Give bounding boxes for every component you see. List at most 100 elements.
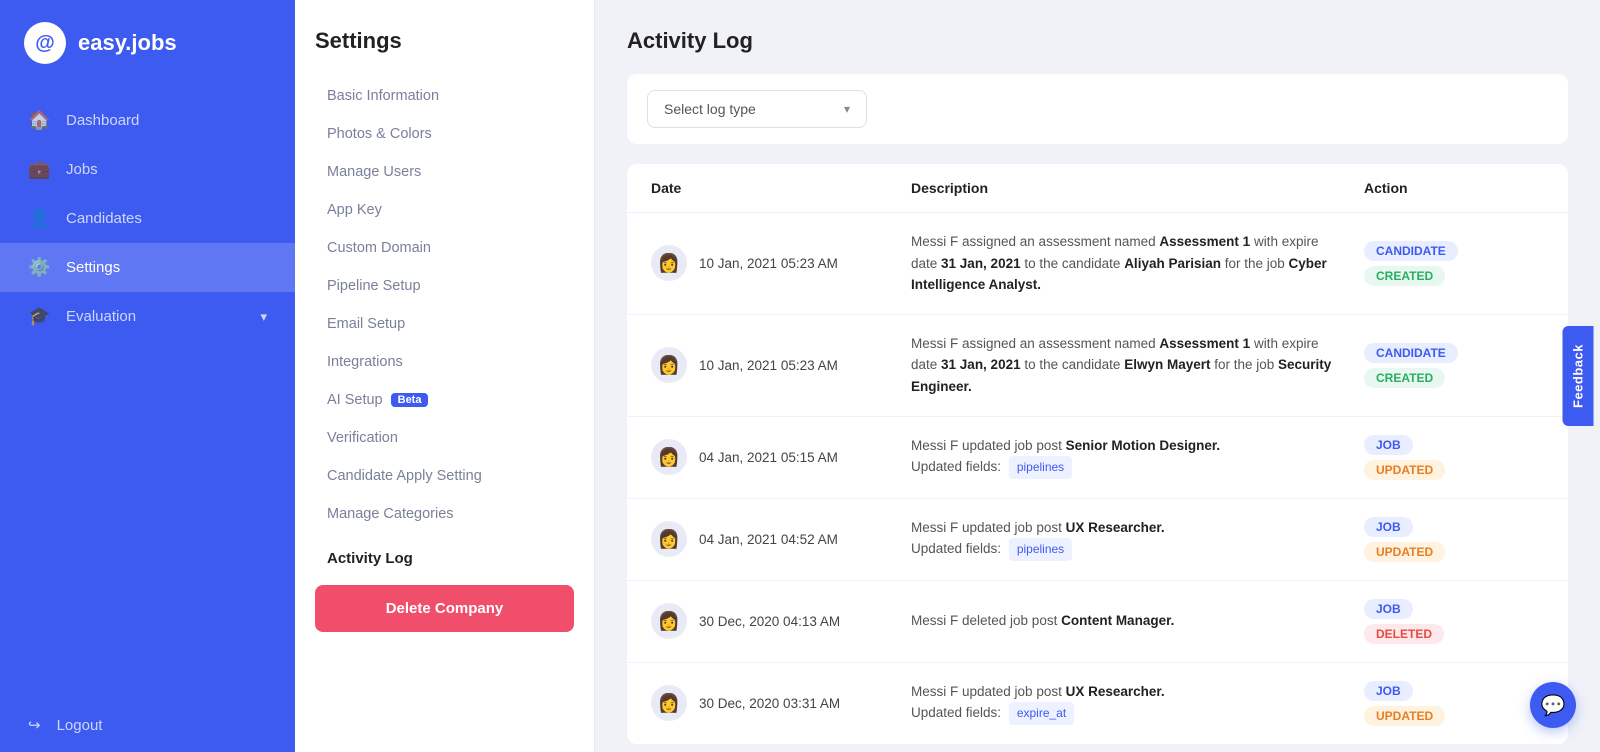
action-type-badge: JOB — [1364, 517, 1413, 537]
candidates-icon: 👤 — [28, 208, 50, 229]
date-text: 30 Dec, 2020 03:31 AM — [699, 696, 840, 711]
description-cell: Messi F updated job post Senior Motion D… — [911, 435, 1364, 480]
field-tag: pipelines — [1009, 456, 1072, 479]
settings-menu-basic-info[interactable]: Basic Information — [315, 78, 574, 114]
description-cell: Messi F assigned an assessment named Ass… — [911, 333, 1364, 398]
logo-icon: @ — [24, 22, 66, 64]
action-cell: CANDIDATE created — [1364, 241, 1544, 286]
main-content: Settings Basic Information Photos & Colo… — [295, 0, 1600, 752]
sidebar-label-dashboard: Dashboard — [66, 112, 139, 129]
table-row: 👩 30 Dec, 2020 04:13 AM Messi F deleted … — [627, 581, 1568, 663]
settings-panel: Settings Basic Information Photos & Colo… — [295, 0, 595, 752]
table-header: Date Description Action — [627, 164, 1568, 213]
sidebar-item-jobs[interactable]: 💼 Jobs — [0, 145, 295, 194]
sidebar-nav: 🏠 Dashboard 💼 Jobs 👤 Candidates ⚙️ Setti… — [0, 86, 295, 698]
table-row: 👩 04 Jan, 2021 04:52 AM Messi F updated … — [627, 499, 1568, 581]
avatar: 👩 — [651, 603, 687, 639]
action-cell: JOB updated — [1364, 435, 1544, 480]
settings-menu-manage-categories[interactable]: Manage Categories — [315, 496, 574, 532]
activity-log-panel: Activity Log Select log type ▾ Date Desc… — [595, 0, 1600, 752]
date-cell: 👩 10 Jan, 2021 05:23 AM — [651, 245, 911, 281]
action-type-badge: JOB — [1364, 681, 1413, 701]
logo-text: easy.jobs — [78, 30, 177, 56]
sidebar-label-jobs: Jobs — [66, 161, 98, 178]
settings-menu: Basic Information Photos & Colors Manage… — [315, 78, 574, 532]
avatar: 👩 — [651, 521, 687, 557]
action-status-badge: deleted — [1364, 624, 1444, 644]
date-cell: 👩 04 Jan, 2021 05:15 AM — [651, 439, 911, 475]
feedback-button[interactable]: Feedback — [1563, 326, 1594, 426]
delete-company-button[interactable]: Delete Company — [315, 585, 574, 632]
log-type-select[interactable]: Select log type ▾ — [647, 90, 867, 128]
description-cell: Messi F updated job post UX Researcher. … — [911, 517, 1364, 562]
sidebar-label-evaluation: Evaluation — [66, 308, 136, 325]
description-cell: Messi F updated job post UX Researcher. … — [911, 681, 1364, 726]
sidebar-label-candidates: Candidates — [66, 210, 142, 227]
sidebar-item-dashboard[interactable]: 🏠 Dashboard — [0, 96, 295, 145]
sidebar-item-candidates[interactable]: 👤 Candidates — [0, 194, 295, 243]
table-row: 👩 10 Jan, 2021 05:23 AM Messi F assigned… — [627, 315, 1568, 417]
table-row: 👩 30 Dec, 2020 03:31 AM Messi F updated … — [627, 663, 1568, 744]
date-cell: 👩 30 Dec, 2020 03:31 AM — [651, 685, 911, 721]
activity-log-title: Activity Log — [627, 28, 1568, 54]
date-text: 04 Jan, 2021 05:15 AM — [699, 450, 838, 465]
settings-menu-verification[interactable]: Verification — [315, 420, 574, 456]
action-status-badge: created — [1364, 368, 1445, 388]
avatar: 👩 — [651, 439, 687, 475]
column-date: Date — [651, 180, 911, 196]
action-cell: JOB updated — [1364, 681, 1544, 726]
beta-badge: Beta — [391, 393, 429, 407]
sidebar-label-settings: Settings — [66, 259, 120, 276]
settings-menu-candidate-apply[interactable]: Candidate Apply Setting — [315, 458, 574, 494]
chat-button[interactable]: 💬 — [1530, 682, 1576, 728]
date-text: 04 Jan, 2021 04:52 AM — [699, 532, 838, 547]
chat-icon: 💬 — [1541, 693, 1566, 718]
action-cell: CANDIDATE created — [1364, 343, 1544, 388]
activity-log-section-label: Activity Log — [315, 540, 574, 573]
date-cell: 👩 04 Jan, 2021 04:52 AM — [651, 521, 911, 557]
settings-title: Settings — [315, 28, 574, 54]
action-status-badge: created — [1364, 266, 1445, 286]
action-status-badge: updated — [1364, 706, 1445, 726]
settings-menu-photos-colors[interactable]: Photos & Colors — [315, 116, 574, 152]
settings-menu-manage-users[interactable]: Manage Users — [315, 154, 574, 190]
column-action: Action — [1364, 180, 1544, 196]
action-status-badge: updated — [1364, 460, 1445, 480]
jobs-icon: 💼 — [28, 159, 50, 180]
action-type-badge: CANDIDATE — [1364, 343, 1458, 363]
settings-menu-custom-domain[interactable]: Custom Domain — [315, 230, 574, 266]
chevron-down-icon: ▾ — [260, 309, 267, 325]
date-text: 10 Jan, 2021 05:23 AM — [699, 358, 838, 373]
action-type-badge: JOB — [1364, 599, 1413, 619]
avatar: 👩 — [651, 685, 687, 721]
chevron-down-icon: ▾ — [844, 102, 850, 116]
avatar: 👩 — [651, 347, 687, 383]
date-text: 30 Dec, 2020 04:13 AM — [699, 614, 840, 629]
sidebar: @ easy.jobs 🏠 Dashboard 💼 Jobs 👤 Candida… — [0, 0, 295, 752]
avatar: 👩 — [651, 245, 687, 281]
evaluation-icon: 🎓 — [28, 306, 50, 327]
settings-menu-email-setup[interactable]: Email Setup — [315, 306, 574, 342]
home-icon: 🏠 — [28, 110, 50, 131]
field-tag: expire_at — [1009, 702, 1074, 725]
action-type-badge: JOB — [1364, 435, 1413, 455]
settings-menu-pipeline-setup[interactable]: Pipeline Setup — [315, 268, 574, 304]
logo-area: @ easy.jobs — [0, 0, 295, 86]
logout-button[interactable]: ↪ Logout — [0, 698, 295, 752]
field-tag: pipelines — [1009, 538, 1072, 561]
logout-label: Logout — [57, 717, 103, 734]
settings-icon: ⚙️ — [28, 257, 50, 278]
log-type-placeholder: Select log type — [664, 101, 756, 117]
description-cell: Messi F assigned an assessment named Ass… — [911, 231, 1364, 296]
logout-icon: ↪ — [28, 716, 41, 734]
settings-menu-integrations[interactable]: Integrations — [315, 344, 574, 380]
description-cell: Messi F deleted job post Content Manager… — [911, 610, 1364, 632]
action-type-badge: CANDIDATE — [1364, 241, 1458, 261]
date-text: 10 Jan, 2021 05:23 AM — [699, 256, 838, 271]
settings-menu-app-key[interactable]: App Key — [315, 192, 574, 228]
sidebar-item-evaluation[interactable]: 🎓 Evaluation ▾ — [0, 292, 295, 341]
date-cell: 👩 30 Dec, 2020 04:13 AM — [651, 603, 911, 639]
settings-menu-ai-setup[interactable]: AI Setup Beta — [315, 382, 574, 418]
sidebar-item-settings[interactable]: ⚙️ Settings — [0, 243, 295, 292]
activity-log-table: Date Description Action 👩 10 Jan, 2021 0… — [627, 164, 1568, 744]
